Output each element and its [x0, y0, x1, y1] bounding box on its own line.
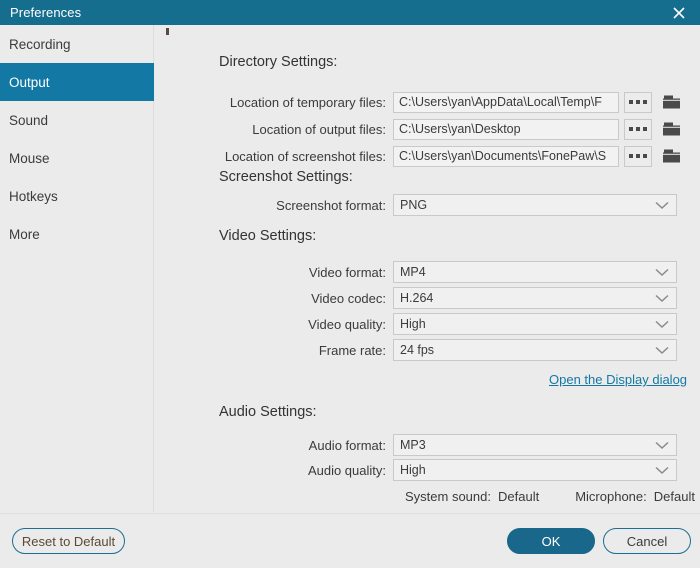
- screenshot-files-row: Location of screenshot files: C:\Users\y…: [155, 145, 682, 167]
- output-files-open-folder-button[interactable]: [660, 119, 682, 140]
- ellipsis-icon: [629, 127, 633, 131]
- video-quality-row: Video quality: High: [155, 313, 677, 335]
- chevron-down-icon: [655, 320, 669, 328]
- sidebar-item-label: Recording: [9, 36, 71, 52]
- output-files-label: Location of output files:: [252, 121, 386, 137]
- sidebar: Recording Output Sound Mouse Hotkeys Mor…: [0, 25, 154, 512]
- screenshot-settings-heading: Screenshot Settings:: [219, 169, 353, 185]
- temporary-files-row: Location of temporary files: C:\Users\ya…: [155, 91, 682, 113]
- preferences-window: Preferences Recording Output Sound Mouse…: [0, 0, 700, 568]
- frame-rate-select[interactable]: 24 fps: [393, 339, 677, 361]
- video-codec-row: Video codec: H.264: [155, 287, 677, 309]
- sidebar-item-label: Mouse: [9, 150, 50, 166]
- audio-quality-label: Audio quality:: [307, 462, 386, 478]
- close-icon: [673, 6, 685, 19]
- ok-button[interactable]: OK: [507, 528, 595, 554]
- sidebar-item-recording[interactable]: Recording: [0, 25, 153, 63]
- ellipsis-icon: [636, 100, 640, 104]
- audio-quality-select[interactable]: High: [393, 459, 677, 481]
- reset-to-default-button[interactable]: Reset to Default: [12, 528, 125, 554]
- temporary-files-label: Location of temporary files:: [229, 94, 386, 110]
- screenshot-files-label: Location of screenshot files:: [224, 148, 386, 164]
- microphone-value: Default: [653, 489, 695, 504]
- video-quality-select[interactable]: High: [393, 313, 677, 335]
- video-format-row: Video format: MP4: [155, 261, 677, 283]
- chevron-down-icon: [655, 346, 669, 354]
- open-display-dialog-link[interactable]: Open the Display dialog: [549, 372, 687, 387]
- folder-icon: [662, 149, 680, 163]
- ellipsis-icon: [629, 100, 633, 104]
- sidebar-item-mouse[interactable]: Mouse: [0, 139, 153, 177]
- audio-format-value: MP3: [400, 438, 426, 452]
- chevron-down-icon: [655, 466, 669, 474]
- video-format-label: Video format:: [308, 264, 386, 280]
- audio-quality-row: Audio quality: High: [155, 459, 677, 481]
- audio-format-label: Audio format:: [308, 437, 386, 453]
- audio-format-select[interactable]: MP3: [393, 434, 677, 456]
- microphone-label: Microphone:: [575, 489, 647, 504]
- sidebar-item-label: More: [9, 226, 40, 242]
- frame-rate-row: Frame rate: 24 fps: [155, 339, 677, 361]
- system-sound-value: Default: [498, 489, 540, 504]
- audio-devices-summary: System sound: Default Microphone: Defaul…: [405, 489, 695, 504]
- title-bar: Preferences: [0, 0, 700, 25]
- temporary-files-browse-button[interactable]: [624, 91, 652, 113]
- video-format-select[interactable]: MP4: [393, 261, 677, 283]
- video-quality-value: High: [400, 317, 426, 331]
- frame-rate-value: 24 fps: [400, 343, 435, 357]
- output-files-browse-button[interactable]: [624, 118, 652, 140]
- chevron-down-icon: [655, 294, 669, 302]
- audio-quality-value: High: [400, 463, 426, 477]
- chevron-down-icon: [655, 201, 669, 209]
- chevron-down-icon: [655, 441, 669, 449]
- audio-format-row: Audio format: MP3: [155, 434, 677, 456]
- screenshot-files-open-folder-button[interactable]: [660, 146, 682, 167]
- directory-settings-heading: Directory Settings:: [219, 54, 338, 70]
- sidebar-item-sound[interactable]: Sound: [0, 101, 153, 139]
- close-button[interactable]: [658, 0, 700, 25]
- temporary-files-open-folder-button[interactable]: [660, 92, 682, 113]
- audio-settings-heading: Audio Settings:: [219, 404, 317, 420]
- sidebar-item-label: Sound: [9, 112, 49, 128]
- ellipsis-icon: [636, 154, 640, 158]
- video-settings-heading: Video Settings:: [219, 228, 317, 244]
- screenshot-files-input[interactable]: C:\Users\yan\Documents\FonePaw\S: [393, 145, 619, 167]
- screenshot-files-browse-button[interactable]: [624, 145, 652, 167]
- ellipsis-icon: [643, 154, 647, 158]
- window-title: Preferences: [10, 5, 82, 20]
- screenshot-format-value: PNG: [400, 198, 428, 212]
- sidebar-item-label: Output: [9, 74, 50, 90]
- video-quality-label: Video quality:: [308, 316, 386, 332]
- sidebar-item-hotkeys[interactable]: Hotkeys: [0, 177, 153, 215]
- screenshot-format-select[interactable]: PNG: [393, 194, 677, 216]
- ellipsis-icon: [636, 127, 640, 131]
- dialog-footer: Reset to Default OK Cancel: [0, 513, 700, 568]
- ellipsis-icon: [629, 154, 633, 158]
- screenshot-format-row: Screenshot format: PNG: [155, 194, 677, 216]
- output-files-row: Location of output files: C:\Users\yan\D…: [155, 118, 682, 140]
- cancel-button[interactable]: Cancel: [603, 528, 691, 554]
- frame-rate-label: Frame rate:: [318, 342, 386, 358]
- system-sound-label: System sound:: [405, 489, 491, 504]
- chevron-down-icon: [655, 268, 669, 276]
- video-codec-select[interactable]: H.264: [393, 287, 677, 309]
- video-codec-label: Video codec:: [311, 290, 386, 306]
- scrolled-content-fragment: [166, 28, 169, 35]
- sidebar-item-more[interactable]: More: [0, 215, 153, 253]
- ellipsis-icon: [643, 127, 647, 131]
- temporary-files-input[interactable]: C:\Users\yan\AppData\Local\Temp\F: [393, 91, 619, 113]
- screenshot-format-label: Screenshot format:: [276, 197, 386, 213]
- output-files-input[interactable]: C:\Users\yan\Desktop: [393, 118, 619, 140]
- sidebar-item-output[interactable]: Output: [0, 63, 154, 101]
- sidebar-item-label: Hotkeys: [9, 188, 58, 204]
- settings-panel: Directory Settings: Location of temporar…: [155, 25, 700, 512]
- folder-icon: [662, 122, 680, 136]
- folder-icon: [662, 95, 680, 109]
- ellipsis-icon: [643, 100, 647, 104]
- video-format-value: MP4: [400, 265, 426, 279]
- video-codec-value: H.264: [400, 291, 434, 305]
